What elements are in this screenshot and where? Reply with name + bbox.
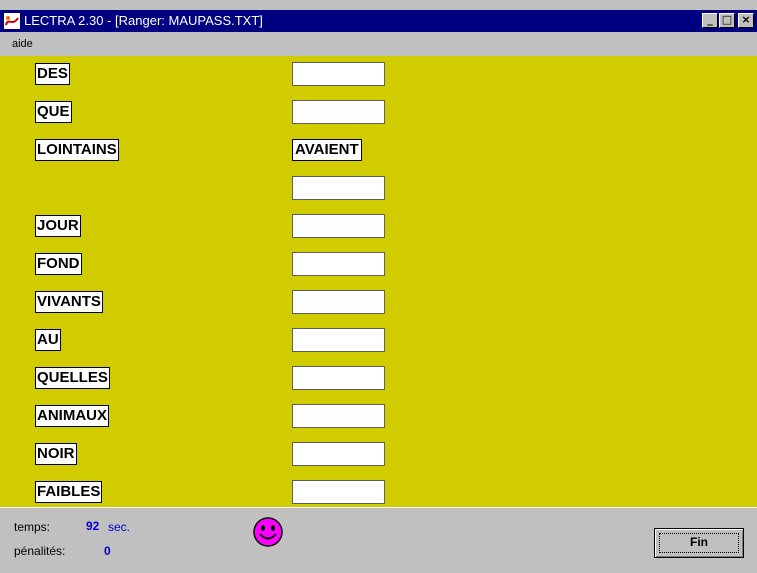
penalty-value: 0 bbox=[104, 544, 111, 558]
answer-slot[interactable] bbox=[292, 252, 385, 276]
status-bar: temps: 92 sec. pénalités: 0 Fin bbox=[0, 507, 757, 573]
answer-slot[interactable] bbox=[292, 100, 385, 124]
maximize-icon: □ bbox=[721, 13, 733, 26]
word-tile[interactable]: FAIBLES bbox=[35, 481, 103, 503]
smiley-face-icon bbox=[252, 516, 284, 548]
answer-slot[interactable] bbox=[292, 480, 385, 504]
answer-slot[interactable] bbox=[292, 290, 385, 314]
minimize-button[interactable]: _ bbox=[702, 13, 718, 28]
menu-item-aide[interactable]: aide bbox=[12, 38, 33, 50]
word-tile[interactable]: AU bbox=[35, 329, 61, 351]
word-tile[interactable]: VIVANTS bbox=[35, 291, 103, 313]
lectra-logo-icon[interactable] bbox=[4, 13, 20, 29]
time-unit: sec. bbox=[108, 520, 131, 534]
answer-slot[interactable] bbox=[292, 214, 385, 238]
window-title: LECTRA 2.30 - [Ranger: MAUPASS.TXT] bbox=[24, 13, 263, 28]
answer-slot[interactable] bbox=[292, 328, 385, 352]
close-button[interactable]: × bbox=[738, 13, 754, 28]
word-tile[interactable]: QUELLES bbox=[35, 367, 110, 389]
answer-slot[interactable] bbox=[292, 366, 385, 390]
word-tile[interactable]: QUE bbox=[35, 101, 72, 123]
focus-rect bbox=[659, 533, 739, 553]
answer-slot[interactable] bbox=[292, 62, 385, 86]
word-tile[interactable]: FOND bbox=[35, 253, 82, 275]
word-tile[interactable]: NOIR bbox=[35, 443, 77, 465]
word-tile[interactable]: JOUR bbox=[35, 215, 81, 237]
word-tile[interactable]: ANIMAUX bbox=[35, 405, 109, 427]
fin-button[interactable]: Fin bbox=[654, 528, 744, 558]
title-bar[interactable]: LECTRA 2.30 - [Ranger: MAUPASS.TXT] _ □ … bbox=[0, 10, 757, 32]
word-tile[interactable]: LOINTAINS bbox=[35, 139, 119, 161]
answer-slot[interactable] bbox=[292, 442, 385, 466]
answer-slot-filled[interactable]: AVAIENT bbox=[292, 139, 362, 161]
menu-bar: aide bbox=[0, 32, 757, 56]
close-icon: × bbox=[741, 13, 751, 26]
answer-slot[interactable] bbox=[292, 404, 385, 428]
time-value: 92 bbox=[86, 519, 100, 533]
answer-slot[interactable] bbox=[292, 176, 385, 200]
time-label: temps: bbox=[14, 520, 51, 534]
minimize-icon: _ bbox=[707, 13, 713, 26]
penalty-label: pénalités: bbox=[14, 544, 66, 558]
maximize-button[interactable]: □ bbox=[719, 13, 735, 28]
game-workspace: DES QUE LOINTAINS JOUR FOND VIVANTS AU Q… bbox=[0, 56, 757, 507]
word-tile[interactable]: DES bbox=[35, 63, 70, 85]
